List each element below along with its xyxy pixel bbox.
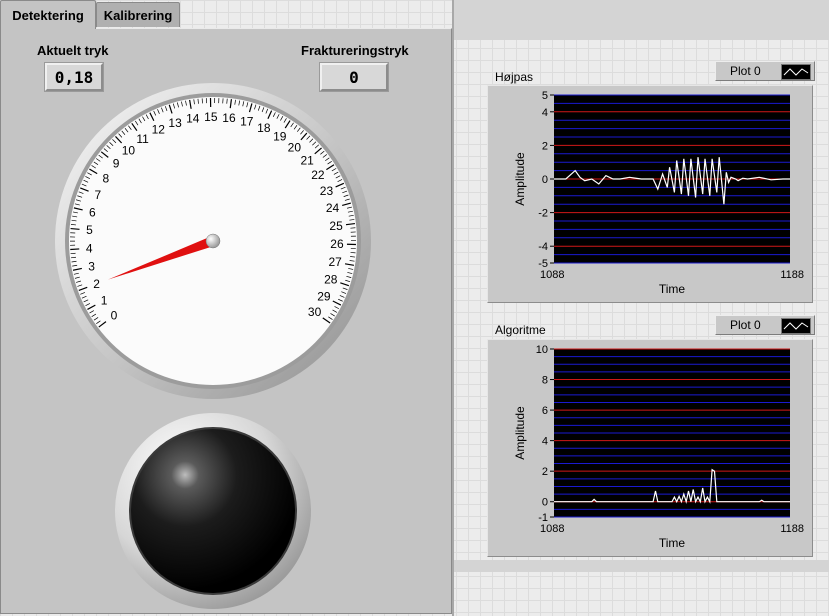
- waveform-graph-algoritme: 10 8 6 4 2 0 -1 1088 1188 Amplitude Time: [487, 339, 813, 557]
- gauge-tick-label: 13: [168, 116, 182, 130]
- legend-swatch: [781, 64, 811, 80]
- gauge-tick-label: 0: [111, 309, 118, 323]
- gauge-tick-label: 28: [324, 273, 338, 287]
- y-tick-label: 2: [542, 466, 548, 478]
- y-tick-label: 0: [542, 174, 548, 186]
- y-tick-label: -4: [538, 241, 548, 253]
- gauge-tick-label: 30: [308, 305, 322, 319]
- gauge-hub: [205, 233, 221, 249]
- x-axis-label: Time: [659, 536, 686, 550]
- gauge-tick-label: 3: [88, 259, 95, 273]
- y-tick-label: 2: [542, 140, 548, 152]
- gauge-tick-label: 21: [300, 153, 314, 167]
- gauge-tick-label: 1: [101, 293, 108, 307]
- gauge-tick-label: 29: [317, 290, 331, 304]
- legend-label: Plot 0: [730, 318, 761, 332]
- waveform-graph-hojpas: 5 4 2 0 -2 -4 -5 1088 1188 Amplitude Time: [487, 85, 813, 303]
- gauge-tick-label: 18: [257, 121, 271, 135]
- gauge-tick-label: 26: [330, 237, 344, 251]
- gauge-tick-label: 5: [86, 223, 93, 237]
- actual-pressure-label: Aktuelt tryk: [37, 43, 109, 58]
- tab-detektering[interactable]: Detektering: [0, 0, 96, 29]
- gauge-major-tick: [70, 248, 80, 251]
- gauge-tick-label: 20: [288, 140, 302, 154]
- y-tick-label: 5: [542, 90, 548, 102]
- tab-kalibrering[interactable]: Kalibrering: [96, 2, 180, 27]
- x-tick-label: 1188: [780, 269, 804, 281]
- x-axis-label: Time: [659, 282, 686, 296]
- gauge-tick-label: 8: [102, 172, 109, 186]
- y-axis-label: Amplitude: [513, 152, 527, 206]
- legend-label: Plot 0: [730, 64, 761, 78]
- bottom-band: [454, 560, 829, 572]
- graph-title-algoritme: Algoritme: [495, 323, 546, 337]
- gauge-tick-label: 25: [329, 219, 343, 233]
- gauge-tick-label: 17: [240, 115, 254, 129]
- y-tick-label: 10: [536, 344, 548, 356]
- x-tick-label: 1188: [780, 523, 804, 535]
- y-tick-label: 8: [542, 375, 548, 387]
- gauge-tick-label: 4: [86, 241, 93, 255]
- y-tick-label: 6: [542, 405, 548, 417]
- y-tick-label: 0: [542, 497, 548, 509]
- legend-swatch: [781, 318, 811, 334]
- panel-divider: [452, 0, 454, 616]
- led-lamp: [131, 429, 295, 593]
- gauge-tick-label: 15: [204, 110, 218, 124]
- toolbar-band: [454, 0, 829, 40]
- gauge-tick-label: 22: [311, 168, 325, 182]
- x-tick-label: 1088: [540, 523, 564, 535]
- graph-algoritme-svg: 1086420-11088 1188AmplitudeTime: [513, 344, 804, 550]
- gauge-tick-label: 14: [186, 112, 200, 126]
- y-tick-label: -2: [538, 208, 548, 220]
- gauge-tick-label: 27: [329, 255, 343, 269]
- gauge-tick-label: 7: [95, 188, 102, 202]
- fracture-led[interactable]: [113, 411, 313, 611]
- legend-plot0-hojpas[interactable]: Plot 0: [715, 61, 815, 81]
- fracture-pressure-label: Fraktureringstryk: [301, 43, 409, 58]
- graph-hojpas-svg: 5420-2-4-51088 1188AmplitudeTime: [513, 90, 804, 296]
- gauge-tick-label: 24: [326, 201, 340, 215]
- y-tick-label: 4: [542, 107, 548, 119]
- gauge-tick-label: 12: [152, 123, 166, 137]
- y-tick-label: 4: [542, 436, 548, 448]
- gauge-tick-label: 2: [93, 277, 100, 291]
- gauge-tick-label: 19: [273, 130, 287, 144]
- gauge-tick-label: 9: [113, 157, 120, 171]
- gauge-tick-label: 23: [320, 184, 334, 198]
- tab-panel-detektering: Aktuelt tryk 0,18 Fraktureringstryk 0 0 …: [0, 28, 452, 614]
- gauge-tick-label: 16: [222, 111, 236, 125]
- gauge-tick-label: 6: [89, 205, 96, 219]
- legend-plot0-algoritme[interactable]: Plot 0: [715, 315, 815, 335]
- x-tick-label: 1088: [540, 269, 564, 281]
- graph-title-hojpas: Højpas: [495, 70, 534, 84]
- gauge-tick-label: 10: [122, 143, 136, 157]
- pressure-gauge: 0123456789101112 13 14 15 16 17 18192021222324…: [55, 83, 371, 399]
- gauge-major-tick: [70, 227, 80, 230]
- y-axis-label: Amplitude: [513, 406, 527, 460]
- gauge-tick-label: 11: [136, 132, 149, 146]
